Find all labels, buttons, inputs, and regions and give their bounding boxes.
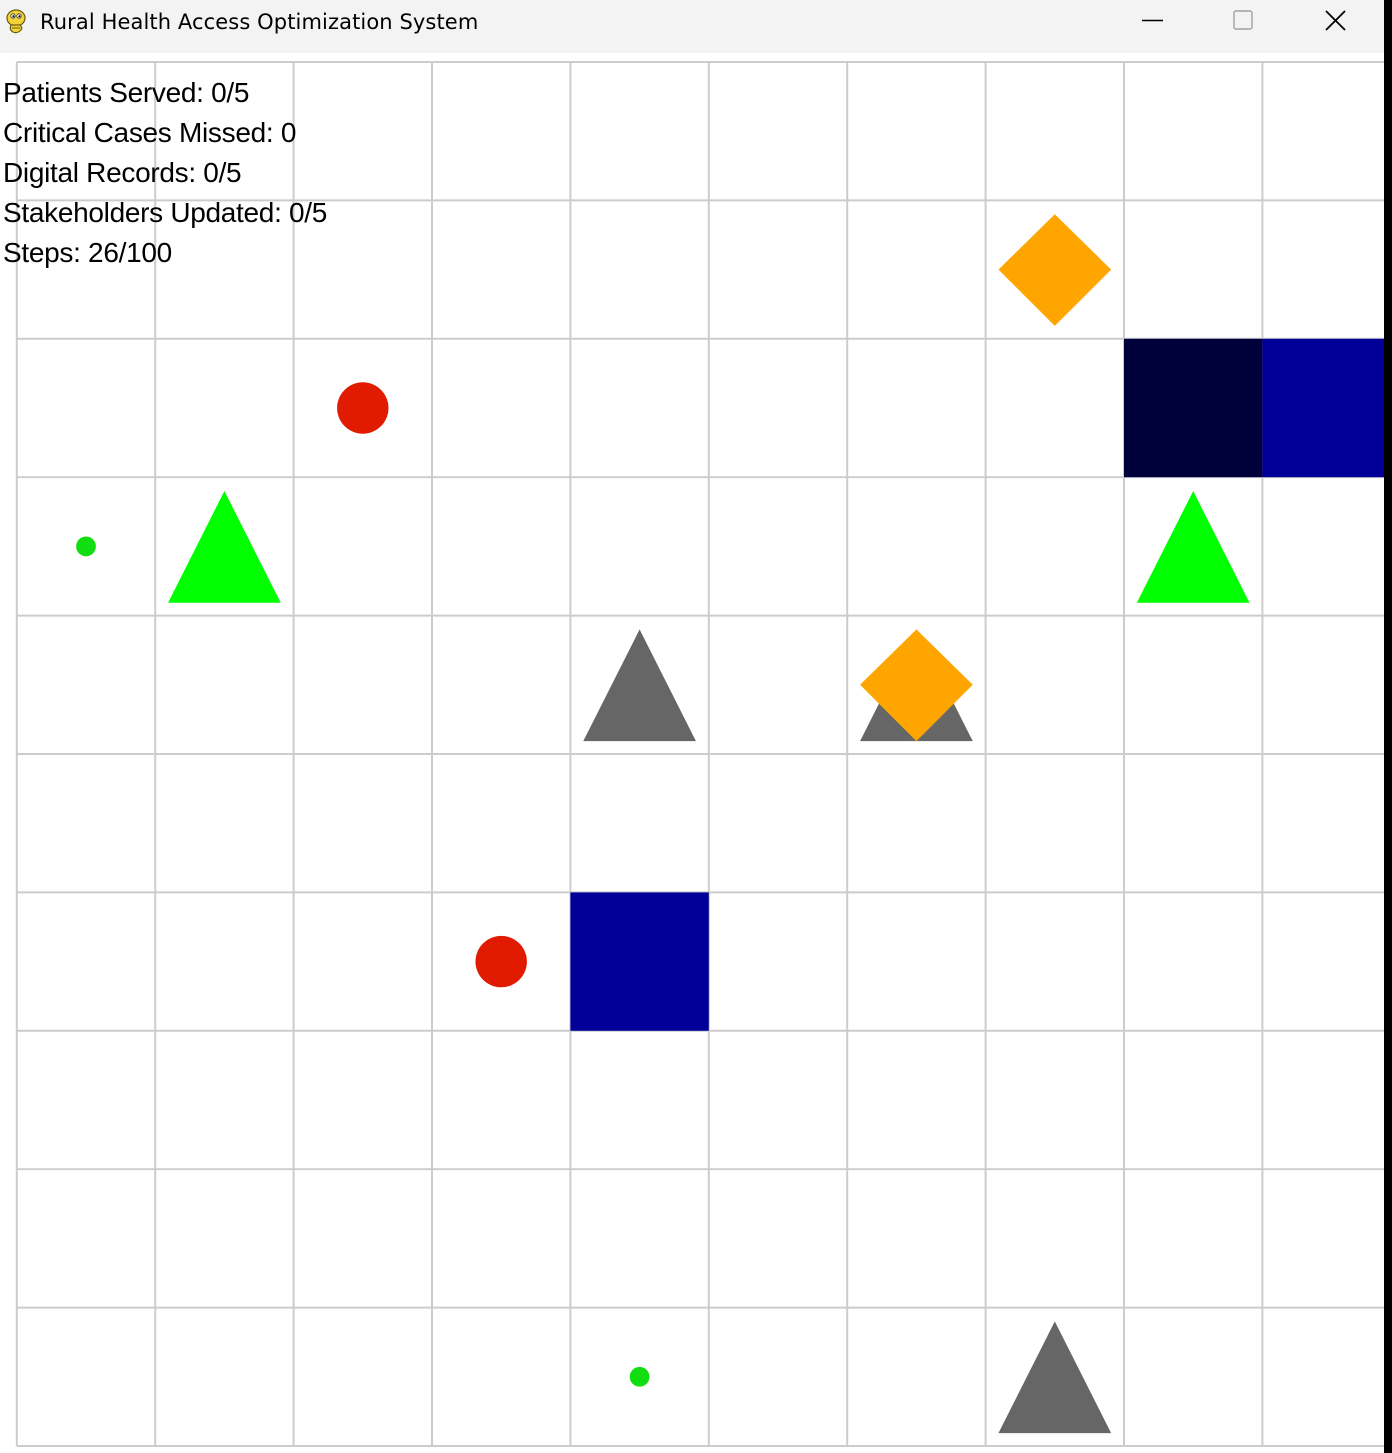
- digital-records-text: Digital Records: 0/5: [3, 157, 242, 188]
- critical-patient-marker: [475, 935, 527, 988]
- minor-patient-marker: [629, 1366, 650, 1387]
- steps-counter-text: Steps: 26/100: [3, 237, 172, 268]
- clinic-tile: [1262, 338, 1384, 478]
- maximize-icon: [1233, 10, 1253, 30]
- obstacle-triangle: [998, 1321, 1112, 1434]
- minimize-button[interactable]: [1122, 0, 1182, 44]
- obstacle-triangle: [583, 629, 696, 742]
- close-button[interactable]: [1306, 0, 1366, 44]
- stakeholders-updated-text: Stakeholders Updated: 0/5: [3, 197, 328, 228]
- game-board[interactable]: Patients Served: 0/5 Critical Cases Miss…: [0, 53, 1384, 1453]
- critical-patient-marker: [337, 382, 389, 434]
- maximize-button[interactable]: [1213, 0, 1273, 44]
- window-title: Rural Health Access Optimization System: [40, 10, 479, 34]
- critical-cases-missed-text: Critical Cases Missed: 0: [3, 117, 297, 148]
- minor-patient-marker: [76, 536, 96, 557]
- stakeholder-triangle: [168, 491, 281, 603]
- title-bar[interactable]: Rural Health Access Optimization System: [0, 0, 1384, 54]
- health-worker-agent: [1124, 338, 1263, 478]
- records-station-diamond: [998, 214, 1112, 326]
- window-edge: [1384, 0, 1392, 1453]
- pygame-snake-icon: [6, 9, 26, 34]
- stakeholder-triangle: [1136, 491, 1250, 603]
- patients-served-text: Patients Served: 0/5: [3, 77, 250, 108]
- clinic-tile: [570, 892, 709, 1031]
- status-panel: Patients Served: 0/5 Critical Cases Miss…: [3, 73, 327, 273]
- close-icon: [1325, 10, 1346, 31]
- app-window: Rural Health Access Optimization System …: [0, 0, 1392, 1453]
